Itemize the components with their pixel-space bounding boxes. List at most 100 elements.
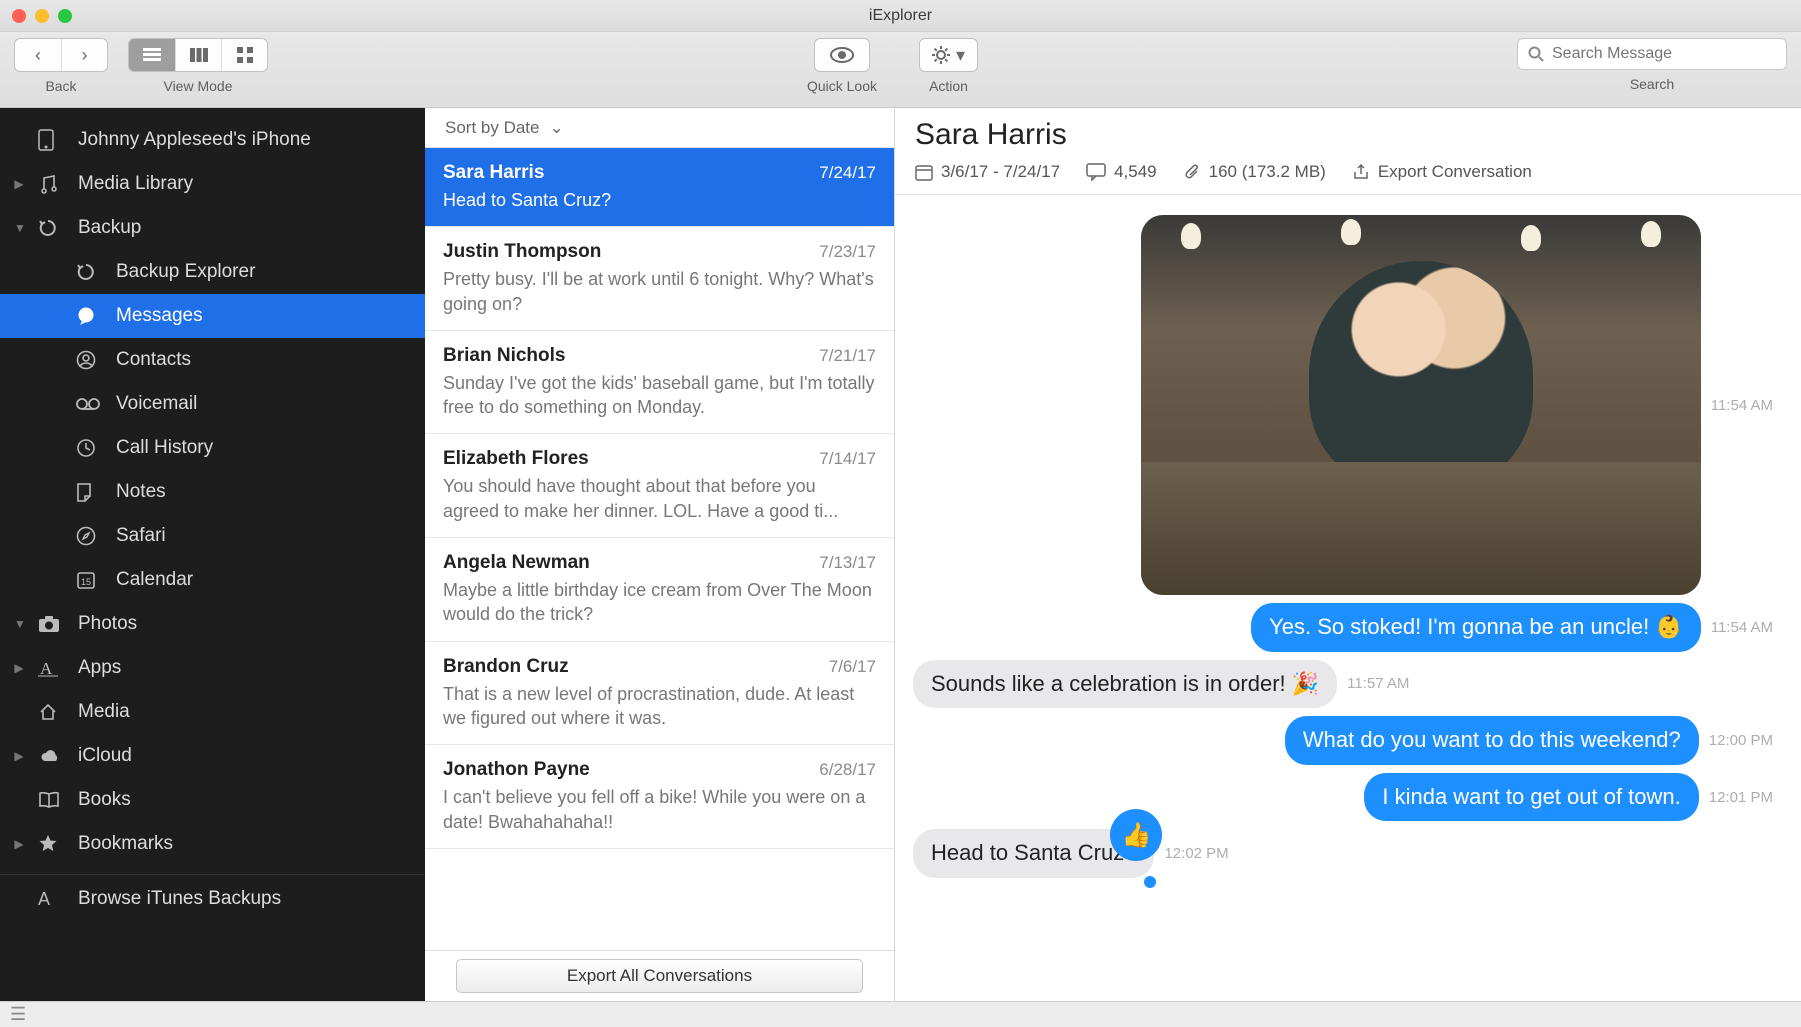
sidebar-item-call-history[interactable]: Call History bbox=[0, 426, 425, 470]
view-grid-button[interactable] bbox=[221, 39, 267, 71]
browse-backups-row[interactable]: A Browse iTunes Backups bbox=[0, 874, 425, 922]
sidebar-item-icloud[interactable]: ▶iCloud bbox=[0, 734, 425, 778]
svg-text:A: A bbox=[40, 659, 53, 678]
photo-message[interactable] bbox=[1141, 215, 1701, 595]
conversation-name: Elizabeth Flores bbox=[443, 448, 589, 470]
compass-icon bbox=[76, 526, 102, 546]
quicklook-button[interactable] bbox=[814, 38, 870, 72]
sidebar-item-bookmarks[interactable]: ▶ Bookmarks bbox=[0, 822, 425, 866]
apps-icon: A bbox=[38, 889, 64, 909]
sidebar-item-label: Media Library bbox=[78, 173, 193, 195]
search-input[interactable] bbox=[1552, 45, 1776, 63]
sort-button[interactable]: Sort by Date ⌄ bbox=[425, 108, 894, 148]
conversation-item[interactable]: Angela Newman7/13/17Maybe a little birth… bbox=[425, 538, 894, 642]
message-time: 11:54 AM bbox=[1711, 397, 1773, 414]
export-conversation-button[interactable]: Export Conversation bbox=[1352, 162, 1532, 182]
attachments-count: 160 (173.2 MB) bbox=[1183, 162, 1326, 182]
sidebar-item-label: Apps bbox=[78, 657, 121, 679]
chat-body[interactable]: 11:54 AM Yes. So stoked! I'm gonna be an … bbox=[895, 195, 1801, 1001]
sidebar-item-messages[interactable]: Messages bbox=[0, 294, 425, 338]
message-time: 12:01 PM bbox=[1709, 789, 1773, 806]
conversation-name: Justin Thompson bbox=[443, 241, 601, 263]
conversation-item[interactable]: Sara Harris7/24/17Head to Santa Cruz? bbox=[425, 148, 894, 227]
incoming-message[interactable]: Sounds like a celebration is in order! 🎉 bbox=[913, 660, 1337, 709]
chat-header: Sara Harris 3/6/17 - 7/24/17 4,549 160 (… bbox=[895, 108, 1801, 195]
chevron-down-icon: ⌄ bbox=[550, 118, 564, 138]
sidebar-item-notes[interactable]: Notes bbox=[0, 470, 425, 514]
book-icon bbox=[38, 791, 64, 809]
date-range: 3/6/17 - 7/24/17 bbox=[915, 162, 1060, 182]
disclosure-triangle[interactable]: ▶ bbox=[14, 749, 24, 763]
menu-icon[interactable]: ☰ bbox=[10, 1004, 26, 1025]
export-all-button[interactable]: Export All Conversations bbox=[456, 959, 864, 993]
message-time: 11:57 AM bbox=[1347, 675, 1409, 692]
sidebar-item-media-library[interactable]: ▶ Media Library bbox=[0, 162, 425, 206]
conversation-item[interactable]: Brandon Cruz7/6/17That is a new level of… bbox=[425, 642, 894, 746]
sidebar-item-apps[interactable]: ▶ A Apps bbox=[0, 646, 425, 690]
chat-icon bbox=[1086, 163, 1106, 181]
conversation-preview: I can't believe you fell off a bike! Whi… bbox=[443, 785, 876, 834]
sidebar-item-voicemail[interactable]: Voicemail bbox=[0, 382, 425, 426]
outgoing-message[interactable]: What do you want to do this weekend? bbox=[1285, 716, 1699, 765]
gear-icon bbox=[932, 46, 950, 64]
sidebar-item-contacts[interactable]: Contacts bbox=[0, 338, 425, 382]
window-title: iExplorer bbox=[0, 7, 1801, 25]
calendar-icon bbox=[915, 163, 933, 181]
person-icon bbox=[76, 350, 102, 370]
sidebar-item-media[interactable]: Media bbox=[0, 690, 425, 734]
conversation-name: Sara Harris bbox=[443, 162, 544, 184]
sidebar-item-backup[interactable]: ▼Backup bbox=[0, 206, 425, 250]
conversation-item[interactable]: Elizabeth Flores 7/14/17 You should have t… bbox=[425, 434, 894, 538]
conversation-preview: Pretty busy. I'll be at work until 6 ton… bbox=[443, 267, 876, 316]
apps-icon: A bbox=[38, 658, 64, 678]
message-time: 11:54 AM bbox=[1711, 619, 1773, 636]
sidebar-item-safari[interactable]: Safari bbox=[0, 514, 425, 558]
conversation-preview: Sunday I've got the kids' baseball game,… bbox=[443, 371, 876, 420]
sidebar-item-calendar[interactable]: 15Calendar bbox=[0, 558, 425, 602]
disclosure-triangle[interactable]: ▼ bbox=[14, 221, 24, 235]
forward-button[interactable]: › bbox=[61, 39, 107, 71]
disclosure-triangle[interactable]: ▶ bbox=[14, 837, 24, 851]
message-time: 12:02 PM bbox=[1164, 845, 1228, 862]
conversation-item[interactable]: Justin Thompson7/23/17Pretty busy. I'll … bbox=[425, 227, 894, 331]
chat-pane: Sara Harris 3/6/17 - 7/24/17 4,549 160 (… bbox=[895, 108, 1801, 1001]
action-button[interactable]: ▾ bbox=[919, 38, 978, 72]
toolbar: ‹ › Back View Mode bbox=[0, 32, 1801, 108]
disclosure-triangle[interactable]: ▼ bbox=[14, 617, 24, 631]
columns-icon bbox=[190, 48, 208, 62]
sidebar-item-photos[interactable]: ▼Photos bbox=[0, 602, 425, 646]
conversation-date: 7/14/17 bbox=[819, 449, 876, 469]
sidebar-item-label: Safari bbox=[116, 525, 166, 547]
outgoing-message[interactable]: Yes. So stoked! I'm gonna be an uncle! 👶 bbox=[1251, 603, 1701, 652]
disclosure-triangle[interactable]: ▶ bbox=[14, 661, 24, 675]
back-forward-segment: ‹ › bbox=[14, 38, 108, 72]
like-reaction-icon: 👍 bbox=[1110, 809, 1162, 861]
voicemail-icon bbox=[76, 397, 102, 411]
view-mode-segment bbox=[128, 38, 268, 72]
conversation-date: 7/6/17 bbox=[829, 657, 876, 677]
sort-label: Sort by Date bbox=[445, 118, 540, 138]
conversation-date: 6/28/17 bbox=[819, 760, 876, 780]
sidebar-item-label: Bookmarks bbox=[78, 833, 173, 855]
conversation-name: Jonathon Payne bbox=[443, 759, 590, 781]
back-label: Back bbox=[45, 78, 76, 94]
search-box[interactable] bbox=[1517, 38, 1787, 70]
conversation-item[interactable]: Jonathon Payne 6/28/17 I can't believe you… bbox=[425, 745, 894, 849]
chevron-down-icon: ▾ bbox=[956, 45, 965, 66]
view-columns-button[interactable] bbox=[175, 39, 221, 71]
sidebar-item-backup-explorer[interactable]: Backup Explorer bbox=[0, 250, 425, 294]
disclosure-triangle[interactable]: ▶ bbox=[14, 177, 24, 191]
message-row: Sounds like a celebration is in order! 🎉… bbox=[913, 660, 1783, 709]
conversation-item[interactable]: Brian Nichols7/21/17Sunday I've got the … bbox=[425, 331, 894, 435]
conversation-preview: That is a new level of procrastination, … bbox=[443, 682, 876, 731]
chat-title: Sara Harris bbox=[915, 118, 1781, 152]
conversation-date: 7/21/17 bbox=[819, 346, 876, 366]
back-button[interactable]: ‹ bbox=[15, 39, 61, 71]
conversation-preview: You should have thought about that befor… bbox=[443, 474, 876, 523]
camera-icon bbox=[38, 615, 64, 633]
device-row[interactable]: Johnny Appleseed's iPhone bbox=[0, 118, 425, 162]
outgoing-message[interactable]: I kinda want to get out of town. bbox=[1364, 773, 1698, 822]
view-list-button[interactable] bbox=[129, 39, 175, 71]
clock-icon bbox=[76, 438, 102, 458]
sidebar-item-books[interactable]: Books bbox=[0, 778, 425, 822]
